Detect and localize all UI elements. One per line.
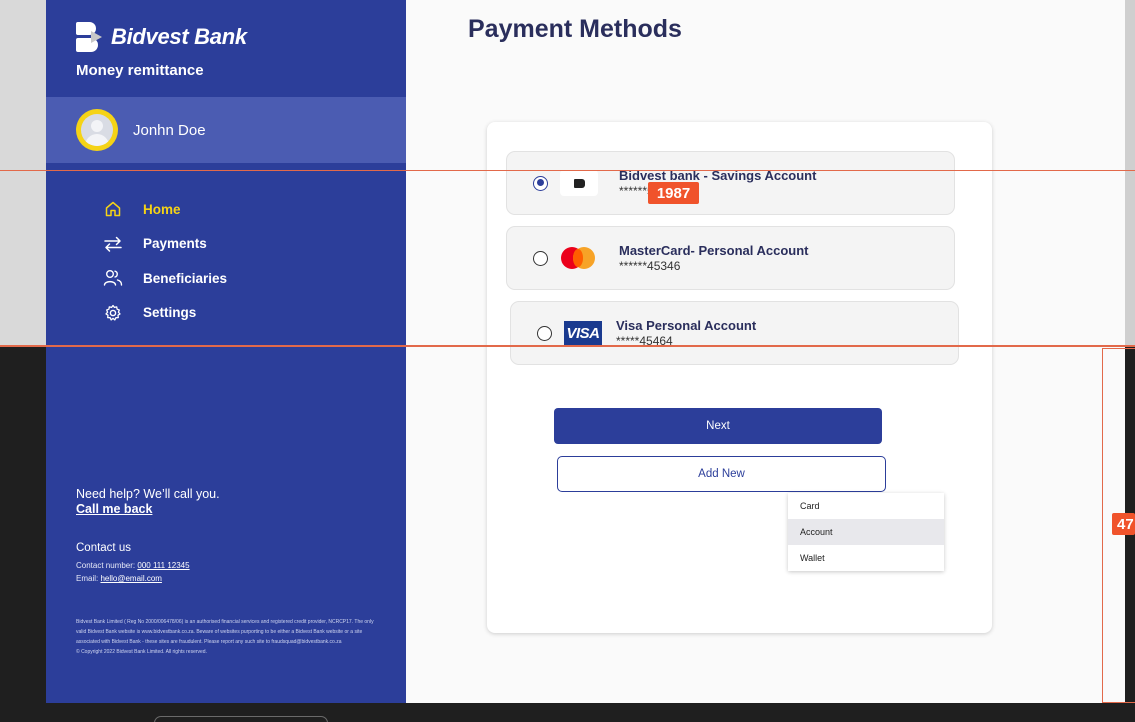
bottom-scroll-pill [154, 716, 328, 722]
users-icon [102, 267, 124, 289]
sidebar-item-label: Payments [143, 236, 207, 252]
dropdown-option-wallet[interactable]: Wallet [788, 545, 944, 571]
legal-text: Bidvest Bank Limited ( Reg No 2000/00647… [76, 619, 374, 645]
account-details: Visa Personal Account *****45464 [616, 318, 756, 348]
sidebar-item-label: Home [143, 201, 181, 217]
contact-number-link[interactable]: 000 111 12345 [137, 561, 189, 570]
contact-number-line: Contact number: 000 111 12345 [76, 559, 190, 572]
annotation-badge: 1987 [648, 182, 699, 204]
brand[interactable]: Bidvest Bank [76, 22, 247, 52]
add-new-dropdown: Card Account Wallet [788, 493, 944, 571]
sidebar-item-home[interactable]: Home [102, 192, 227, 227]
sidebar: Bidvest Bank Money remittance Jonhn Doe … [46, 0, 406, 703]
call-me-back-link[interactable]: Call me back [76, 502, 220, 517]
contact-title: Contact us [76, 542, 131, 554]
sidebar-item-settings[interactable]: Settings [102, 296, 227, 331]
brand-subtitle: Money remittance [76, 62, 204, 79]
dropdown-option-account[interactable]: Account [788, 519, 944, 545]
page-title: Payment Methods [468, 15, 682, 43]
help-text: Need help? We’ll call you. [76, 487, 220, 501]
add-new-button[interactable]: Add New [557, 456, 886, 492]
radio-selected[interactable] [533, 175, 548, 191]
bidvest-logo-icon [76, 22, 103, 52]
home-icon [102, 198, 124, 220]
annotation-badge: 47 [1112, 513, 1135, 535]
sidebar-nav: Home Payments Beneficiaries Settings [102, 192, 227, 330]
dropdown-option-card[interactable]: Card [788, 493, 944, 519]
radio-unselected[interactable] [537, 325, 552, 341]
email-line: Email: hello@email.com [76, 572, 190, 585]
annotation-guide-line [0, 170, 1135, 171]
help-section: Need help? We’ll call you. Call me back [76, 487, 220, 517]
sidebar-item-label: Beneficiaries [143, 270, 228, 286]
email-label: Email: [76, 574, 101, 583]
sidebar-item-payments[interactable]: Payments [102, 227, 227, 262]
brand-name: Bidvest Bank [111, 24, 247, 49]
account-option-mastercard[interactable]: MasterCard- Personal Account ******45346 [506, 226, 955, 290]
user-name: Jonhn Doe [133, 121, 206, 139]
account-option-visa[interactable]: VISA Visa Personal Account *****45464 [510, 301, 959, 365]
sidebar-item-beneficiaries[interactable]: Beneficiaries [102, 261, 227, 296]
account-name: Visa Personal Account [616, 318, 757, 333]
gear-icon [102, 302, 124, 324]
transfer-arrows-icon [102, 233, 124, 255]
annotation-guide-line [0, 345, 1135, 347]
mastercard-logo-icon [559, 246, 597, 270]
next-button[interactable]: Next [554, 408, 882, 444]
account-details: MasterCard- Personal Account ******45346 [619, 243, 809, 273]
radio-unselected[interactable] [533, 250, 548, 266]
contact-section: Contact us Contact number: 000 111 12345… [76, 542, 190, 585]
avatar[interactable] [76, 109, 118, 151]
account-name: MasterCard- Personal Account [619, 243, 809, 258]
copyright-text: © Copyright 2022 Bidvest Bank Limited. A… [76, 649, 207, 655]
sidebar-item-label: Settings [143, 305, 197, 321]
visa-logo-icon: VISA [564, 321, 602, 345]
email-link[interactable]: hello@email.com [100, 574, 161, 583]
canvas-edge-strip [1125, 0, 1135, 346]
bidvest-logo-icon [560, 170, 598, 196]
account-number: ******45346 [619, 259, 681, 273]
user-profile[interactable]: Jonhn Doe [46, 97, 406, 163]
legal-disclaimer: Bidvest Bank Limited ( Reg No 2000/00647… [76, 617, 376, 657]
contact-number-label: Contact number: [76, 561, 138, 570]
account-option-bidvest[interactable]: Bidvest bank - Savings Account ******5 [506, 151, 955, 215]
